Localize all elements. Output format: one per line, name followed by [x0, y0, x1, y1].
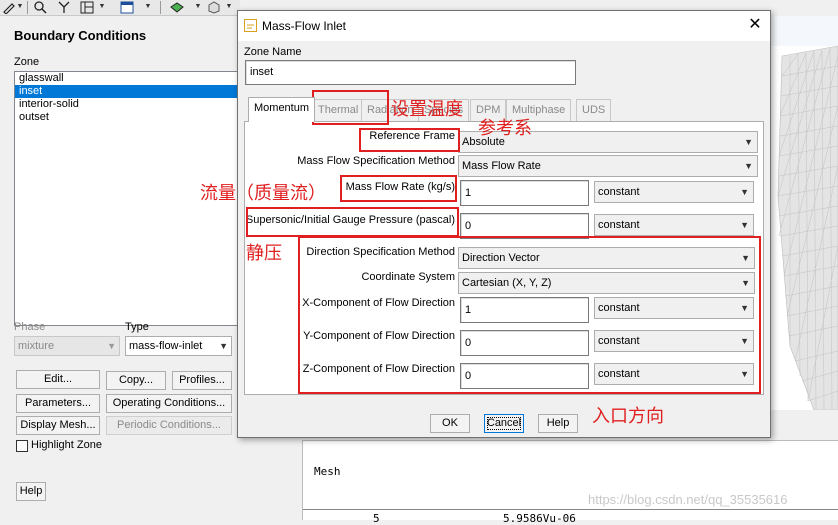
annotation-thermal: 设置温度	[391, 99, 463, 120]
view-icon[interactable]	[170, 1, 184, 14]
phase-value: mixture	[18, 340, 55, 352]
chevron-down-icon[interactable]: ▼	[194, 2, 202, 12]
annotation-box-thermal	[312, 90, 389, 125]
dialog-titlebar[interactable]: Mass-Flow Inlet ✕	[238, 11, 770, 41]
cancel-button[interactable]: Cancel	[484, 414, 524, 433]
window-icon[interactable]	[120, 1, 134, 14]
display-mesh-button[interactable]: Display Mesh...	[16, 416, 100, 435]
annotation-pressure: 静压	[246, 243, 282, 264]
chevron-down-icon: ▼	[219, 341, 228, 351]
zone-label: Zone	[14, 56, 40, 68]
mass-flow-rate-mode-select[interactable]: constant ▼	[594, 181, 754, 203]
dialog-title: Mass-Flow Inlet	[262, 19, 347, 33]
chevron-down-icon[interactable]: ▼	[225, 2, 233, 12]
mass-flow-rate-input[interactable]: 1	[460, 180, 589, 206]
mesh-view[interactable]	[770, 16, 838, 410]
close-icon[interactable]: ✕	[744, 15, 766, 35]
axes-icon[interactable]	[57, 1, 71, 14]
console-title: Mesh	[314, 465, 341, 478]
list-item[interactable]: glasswall	[15, 72, 239, 85]
chevron-down-icon: ▼	[740, 187, 749, 197]
tab-uds[interactable]: UDS	[576, 99, 612, 121]
console-cell: 5.9586Vu-06	[503, 512, 576, 525]
phase-select: mixture ▼	[14, 336, 120, 356]
annotation-direction: 入口方向	[592, 406, 664, 427]
mass-flow-rate-mode-value: constant	[598, 186, 640, 198]
separator	[160, 1, 161, 14]
mesh-graphic	[770, 16, 838, 410]
zone-name-input[interactable]: inset	[245, 60, 576, 85]
highlight-zone-label: Highlight Zone	[31, 439, 102, 451]
list-item-selected[interactable]: inset	[15, 85, 239, 98]
annotation-box-direction	[298, 236, 761, 394]
annotation-box-reference-frame	[359, 128, 460, 152]
highlight-zone-checkbox[interactable]	[16, 440, 28, 452]
edit-button[interactable]: Edit...	[16, 370, 100, 389]
toolbar: ▼ ▼ ▼ ▼ ▼	[0, 0, 240, 16]
chevron-down-icon: ▼	[740, 220, 749, 230]
list-item[interactable]: outset	[15, 111, 239, 124]
zone-name-label: Zone Name	[244, 46, 302, 58]
app-icon	[244, 19, 257, 32]
profiles-button[interactable]: Profiles...	[172, 371, 232, 390]
annotation-reference-frame: 参考系	[478, 118, 532, 139]
mass-flow-method-value: Mass Flow Rate	[462, 160, 541, 172]
type-label: Type	[125, 321, 149, 333]
help-button[interactable]: Help	[538, 414, 578, 433]
ok-button[interactable]: OK	[430, 414, 470, 433]
gauge-pressure-mode-select[interactable]: constant ▼	[594, 214, 754, 236]
zoom-icon[interactable]	[33, 1, 47, 14]
pencil-icon[interactable]	[2, 1, 16, 14]
gauge-pressure-mode-value: constant	[598, 219, 640, 231]
cube-icon[interactable]	[207, 1, 221, 14]
annotation-mass-flow: 流量（质量流）	[200, 183, 326, 204]
console-panel: Mesh 5 5.9586Vu-06	[302, 440, 838, 525]
type-value: mass-flow-inlet	[129, 340, 203, 352]
operating-conditions-button[interactable]: Operating Conditions...	[106, 394, 232, 413]
phase-label: Phase	[14, 321, 46, 333]
help-button[interactable]: Help	[16, 482, 46, 501]
annotation-box-mass-flow	[340, 175, 457, 202]
layout-icon[interactable]	[80, 1, 94, 14]
annotation-box-pressure	[246, 207, 459, 237]
chevron-down-icon: ▼	[744, 161, 753, 171]
console-cell: 5	[373, 512, 380, 525]
chevron-down-icon[interactable]: ▼	[16, 2, 24, 12]
separator	[27, 1, 28, 14]
chevron-down-icon: ▼	[744, 137, 753, 147]
periodic-conditions-button: Periodic Conditions...	[106, 416, 232, 435]
boundary-conditions-panel: Boundary Conditions Zone glasswall inset…	[0, 16, 240, 520]
watermark: https://blog.csdn.net/qq_35535616	[588, 492, 788, 507]
chevron-down-icon[interactable]: ▼	[98, 2, 106, 12]
mass-flow-method-select[interactable]: Mass Flow Rate ▼	[458, 155, 758, 177]
tab-momentum[interactable]: Momentum	[248, 97, 316, 122]
copy-button[interactable]: Copy...	[106, 371, 166, 390]
chevron-down-icon: ▼	[107, 341, 116, 351]
chevron-down-icon[interactable]: ▼	[144, 2, 152, 12]
mass-flow-method-label: Mass Flow Specification Method	[297, 155, 455, 167]
parameters-button[interactable]: Parameters...	[16, 394, 100, 413]
type-select[interactable]: mass-flow-inlet ▼	[125, 336, 232, 356]
panel-title: Boundary Conditions	[14, 28, 147, 43]
divider	[303, 509, 838, 510]
list-item[interactable]: interior-solid	[15, 98, 239, 111]
